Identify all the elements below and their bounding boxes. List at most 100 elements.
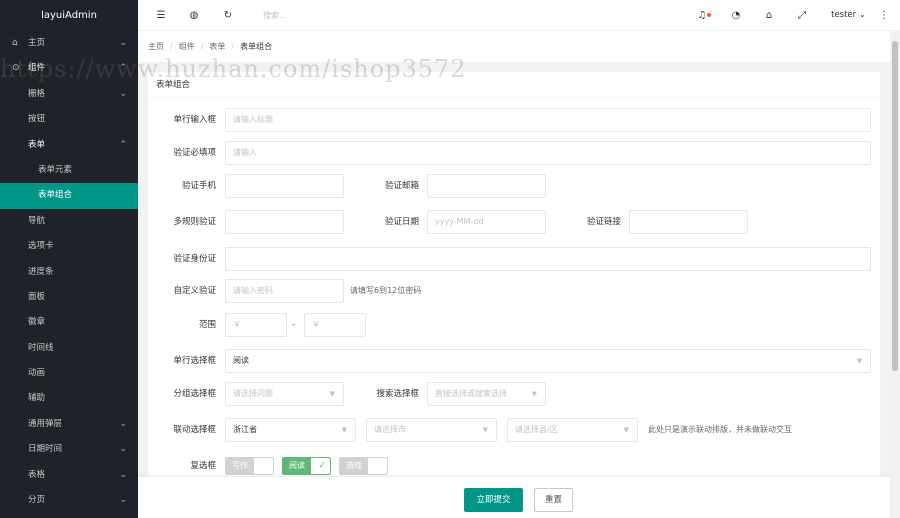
search-select[interactable]: 直接选择或搜索选择 ▼	[427, 382, 546, 406]
theme-icon[interactable]: ◔	[728, 0, 744, 31]
range-separator: -	[292, 320, 295, 329]
breadcrumb-item[interactable]: 组件	[179, 42, 195, 51]
sidebar-item-table[interactable]: 表格 ⌄	[0, 463, 138, 488]
caret-down-icon: ▼	[623, 426, 629, 434]
sidebar-item-auxiliar[interactable]: 辅助	[0, 386, 138, 411]
checkbox-text: 游戏	[340, 458, 368, 474]
required-label: 验证必填项	[173, 148, 216, 158]
sidebar-item-button[interactable]: 按钮	[0, 107, 138, 132]
home-icon: ⌂	[12, 38, 18, 48]
search-input[interactable]: 搜索...	[263, 0, 423, 31]
linked-select-label: 联动选择框	[173, 425, 216, 435]
component-icon: ⊙	[12, 63, 20, 74]
sidebar-item-animation[interactable]: 动画	[0, 361, 138, 386]
user-menu[interactable]: tester ⌄	[831, 0, 866, 31]
chevron-down-icon: ⌄	[119, 469, 127, 480]
sidebar-item-label: 徽章	[28, 317, 46, 328]
menu-toggle-icon[interactable]: ☰	[153, 0, 169, 31]
chevron-down-icon: ⌄	[119, 38, 127, 48]
sidebar-item-label: 主页	[28, 38, 46, 48]
required-input[interactable]: 请输入	[225, 141, 871, 165]
notification-dot	[707, 13, 711, 17]
select-value: 阅读	[233, 356, 249, 365]
sidebar-item-datetime[interactable]: 日期时间 ⌄	[0, 437, 138, 462]
sidebar-item-pagination[interactable]: 分页 ⌄	[0, 488, 138, 513]
sidebar-item-label: 进度条	[28, 266, 54, 277]
breadcrumb-item[interactable]: 主页	[148, 42, 164, 51]
caret-down-icon: ▼	[531, 390, 537, 398]
sidebar-item-form[interactable]: 表单 ⌃	[0, 133, 138, 158]
sidebar-item-panel[interactable]: 面板	[0, 285, 138, 310]
sidebar-item-home[interactable]: ⌂ 主页 ⌄	[0, 31, 138, 56]
sidebar: layuiAdmin ⌂ 主页 ⌄ ⊙ 组件 ⌃ 栅格 ⌄ 按钮 表单 ⌃ 表单…	[0, 0, 138, 518]
sidebar-item-nav[interactable]: 导航	[0, 209, 138, 234]
city-select[interactable]: 请选择市 ▼	[366, 418, 497, 442]
sidebar-item-layer[interactable]: 通用弹层 ⌄	[0, 412, 138, 437]
checkbox-label: 复选框	[190, 461, 216, 471]
chevron-down-icon: ⌄	[858, 10, 866, 20]
select-placeholder: 请选择县/区	[515, 425, 558, 434]
fullscreen-icon[interactable]: ⤢	[794, 0, 810, 31]
single-line-input[interactable]: 请输入标题	[225, 108, 871, 132]
sidebar-item-form-elements[interactable]: 表单元素	[0, 158, 138, 183]
sidebar-item-label: 辅助	[28, 393, 46, 404]
chevron-down-icon: ⌄	[119, 495, 127, 506]
website-icon[interactable]: ◍	[186, 0, 202, 31]
tag-icon[interactable]: ⌂	[761, 0, 777, 31]
breadcrumb-separator: /	[231, 42, 235, 51]
card-title: 表单组合	[148, 72, 880, 98]
linked-hint: 此处只是演示联动排版，并未做联动交互	[648, 425, 792, 434]
phone-input[interactable]	[225, 174, 344, 198]
page-scrollbar[interactable]	[890, 31, 900, 518]
sidebar-item-label: 表单组合	[38, 190, 73, 201]
sidebar-item-form-group[interactable]: 表单组合	[0, 183, 138, 209]
sidebar-item-badge[interactable]: 徽章	[0, 310, 138, 335]
breadcrumb-separator: /	[200, 42, 204, 51]
chevron-up-icon: ⌃	[119, 139, 127, 150]
caret-down-icon: ▼	[482, 426, 488, 434]
sidebar-item-label: 通用弹层	[28, 418, 63, 429]
id-card-label: 验证身份证	[173, 254, 216, 264]
chevron-up-icon: ⌃	[119, 63, 127, 74]
refresh-icon[interactable]: ↻	[220, 0, 236, 31]
interest-select[interactable]: 阅读 ▼	[225, 349, 871, 373]
date-input[interactable]: yyyy-MM-dd	[427, 210, 546, 234]
range-min-input[interactable]: ￥	[225, 313, 287, 337]
sidebar-item-label: 日期时间	[28, 444, 63, 455]
sidebar-item-tabs[interactable]: 选项卡	[0, 234, 138, 259]
check-icon: ✓	[318, 461, 326, 471]
id-card-input[interactable]	[225, 247, 871, 271]
checkbox-reading[interactable]: 阅读 ✓	[282, 457, 331, 475]
submit-button[interactable]: 立即提交	[464, 488, 523, 512]
custom-label: 自定义验证	[173, 286, 216, 296]
form-card: 表单组合 单行输入框 请输入标题 验证必填项 请输入 验证手机 验证邮箱 多规则…	[148, 72, 880, 492]
checkbox-gaming[interactable]: 游戏	[339, 457, 388, 475]
sidebar-item-timeline[interactable]: 时间线	[0, 336, 138, 361]
sidebar-item-label: 按钮	[28, 114, 46, 125]
more-icon[interactable]: ⋮	[876, 0, 892, 31]
select-placeholder: 直接选择或搜索选择	[435, 389, 507, 398]
county-select[interactable]: 请选择县/区 ▼	[507, 418, 638, 442]
link-input[interactable]	[629, 210, 748, 234]
date-label: 验证日期	[384, 217, 419, 227]
password-input[interactable]: 请输入密码	[225, 279, 344, 303]
multi-rule-input[interactable]	[225, 210, 344, 234]
province-select[interactable]: 浙江省 ▼	[225, 418, 356, 442]
chevron-down-icon: ⌄	[119, 418, 127, 429]
breadcrumb-item[interactable]: 表单	[209, 42, 225, 51]
checkbox-writing[interactable]: 写作	[225, 457, 274, 475]
range-max-input[interactable]: ￥	[304, 313, 366, 337]
email-input[interactable]	[427, 174, 546, 198]
sidebar-item-progress[interactable]: 进度条	[0, 260, 138, 285]
scrollbar-thumb[interactable]	[892, 41, 898, 371]
sidebar-item-grid[interactable]: 栅格 ⌄	[0, 82, 138, 107]
app-logo[interactable]: layuiAdmin	[0, 0, 138, 31]
group-select[interactable]: 请选择问题 ▼	[225, 382, 344, 406]
reset-button[interactable]: 重置	[534, 488, 573, 512]
sidebar-item-components[interactable]: ⊙ 组件 ⌃	[0, 56, 138, 81]
select-value: 浙江省	[233, 425, 257, 434]
caret-down-icon: ▼	[856, 357, 862, 365]
group-select-label: 分组选择框	[173, 389, 216, 399]
phone-label: 验证手机	[181, 181, 216, 191]
breadcrumb: 主页 / 组件 / 表单 / 表单组合	[138, 31, 890, 62]
